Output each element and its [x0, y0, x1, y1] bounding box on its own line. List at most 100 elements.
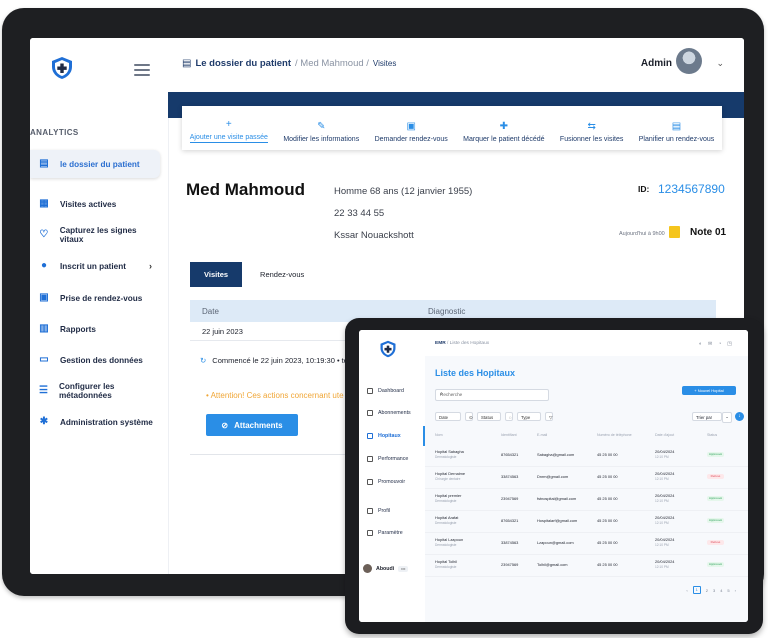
page-button[interactable]: 1 — [692, 586, 701, 594]
table-row[interactable]: Hopital Lzapoun Dermatologiste 33874563 Lza… — [425, 532, 748, 555]
toolbar-label: Marquer le patient décédé — [463, 136, 545, 143]
hospital-phone: 45 25 00 00 — [597, 474, 618, 479]
page-button[interactable]: 5 — [727, 588, 729, 593]
menu-toggle-icon[interactable] — [134, 64, 150, 76]
filter-label: Type — [521, 415, 531, 420]
tab-visites[interactable]: Visites — [190, 262, 243, 287]
tablet-nav-dashboard[interactable]: Dashboard — [367, 388, 404, 394]
hospital-specialty: Dermatologiste — [435, 455, 457, 459]
tablet-nav-promouvoir[interactable]: Promouvoir — [367, 479, 405, 485]
sidebar-item-rapports[interactable]: ▥ Rapports — [30, 315, 160, 343]
more-icon[interactable]: ••• — [398, 565, 409, 572]
tablet-user[interactable]: Aboudi ••• — [363, 564, 409, 573]
sidebar-item-metadonnees[interactable]: ☰ Configurer les métadonnées — [30, 377, 160, 405]
filter-icon[interactable]: ▽ — [545, 412, 553, 421]
table-row[interactable]: Hopital Sabagha Dermatologiste 87654321 Sab… — [425, 444, 748, 467]
search-icon: ⌕ — [440, 391, 443, 397]
header-icons[interactable]: ◐✉◔◳ — [699, 341, 738, 347]
patient-id-value: 1234567890 — [658, 182, 725, 196]
column-header: Status — [707, 433, 718, 437]
page-button[interactable]: ‹ — [686, 588, 687, 593]
status-badge: Approuvé — [707, 496, 724, 501]
sidebar-item-inscrit-patient[interactable]: ● Inscrit un patient › — [30, 252, 160, 280]
tablet-nav-profil[interactable]: Profil — [367, 508, 390, 514]
chevron-down-icon[interactable]: ⌄ — [722, 412, 732, 423]
page-button[interactable]: 4 — [720, 588, 722, 593]
filter-type[interactable]: Type — [517, 412, 541, 421]
sidebar-item-visites-actives[interactable]: ▦ Visites actives — [30, 190, 160, 218]
note-label[interactable]: Note 01 — [690, 227, 726, 238]
schedule-appointment-button[interactable]: ▤ Planifier un rendez-vous — [639, 121, 715, 143]
sidebar-item-dossier-patient[interactable]: ▤ le dossier du patient — [30, 150, 160, 178]
patient-id-label: ID: — [638, 184, 650, 194]
filter-status[interactable]: Status — [477, 412, 501, 421]
tab-rendez-vous[interactable]: Rendez-vous — [260, 270, 304, 279]
promote-icon — [367, 479, 373, 485]
sidebar-item-label: Prise de rendez-vous — [60, 293, 143, 303]
sidebar-item-label: Gestion des données — [60, 355, 143, 365]
table-row[interactable]: Hopital Dernalme Chirurgie dentaire 338745… — [425, 466, 748, 489]
shield-logo-icon[interactable] — [50, 56, 74, 80]
hospital-phone: 45 25 00 00 — [597, 540, 618, 545]
tablet-nav-abonnements[interactable]: Abonnements — [367, 410, 411, 416]
user-name: Admin — [640, 58, 672, 69]
avatar — [363, 564, 372, 573]
sidebar-item-administration[interactable]: ✱ Administration système — [30, 408, 160, 436]
sidebar-item-label: Administration système — [60, 417, 153, 427]
chevron-down-icon[interactable]: ⌄ — [716, 58, 724, 69]
note-icon[interactable] — [669, 226, 680, 238]
edit-info-button[interactable]: ✎ Modifier les informations — [283, 121, 359, 143]
filter-status-icon[interactable]: ◌ — [505, 412, 513, 421]
hospital-phone: 45 25 00 00 — [597, 518, 618, 523]
tablet-nav-parametre[interactable]: Paramètre — [367, 530, 403, 536]
hospital-specialty: Dermatologiste — [435, 521, 457, 525]
table-row[interactable]: Hopital Tolhil Dermatologiste 23947569 Tolh… — [425, 554, 748, 577]
hospital-name: Hopital premier — [435, 493, 462, 498]
database-icon: ▭ — [39, 354, 49, 365]
page-button[interactable]: 2 — [706, 588, 708, 593]
heartbeat-icon: ♡ — [39, 229, 49, 240]
new-hospital-button[interactable]: + Nouvel Hopital — [682, 386, 736, 395]
tablet-nav-performance[interactable]: Performance — [367, 456, 408, 462]
mark-deceased-button[interactable]: ✚ Marquer le patient décédé — [463, 121, 544, 143]
clock-icon: ↻ — [200, 356, 207, 365]
tablet-device: Dashboard Abonnements Hopitaux Performan… — [345, 318, 763, 634]
toolbar-label: Demander rendez-vous — [374, 136, 448, 143]
attachments-button[interactable]: ⊘ Attachments — [206, 414, 298, 436]
page-button[interactable]: › — [735, 588, 736, 593]
filter-date[interactable]: Date — [435, 412, 461, 421]
download-icon[interactable]: ↓ — [735, 412, 744, 421]
page-title: Liste des Hopitaux — [435, 368, 516, 378]
tablet-nav-hopitaux[interactable]: Hopitaux — [367, 433, 401, 439]
tablet-screen: Dashboard Abonnements Hopitaux Performan… — [359, 330, 748, 622]
warning-text: • Attention! Ces actions concernant ute — [206, 391, 344, 400]
sort-select[interactable]: Trier par — [692, 412, 722, 421]
shield-logo-icon[interactable] — [379, 340, 397, 358]
search-input[interactable]: Recherche ⌕ — [435, 389, 549, 401]
filter-date-icon[interactable]: ⊙ — [465, 412, 473, 421]
breadcrumb-main[interactable]: EMR — [435, 341, 446, 346]
sidebar-item-rendez-vous[interactable]: ▣ Prise de rendez-vous — [30, 284, 160, 312]
breadcrumb-main[interactable]: Le dossier du patient — [195, 58, 291, 69]
breadcrumb-patient[interactable]: / Med Mahmoud / — [295, 58, 369, 69]
hospital-time: 12:10 PM — [655, 499, 669, 503]
report-icon: ▥ — [39, 323, 49, 334]
status-badge: Approuvé — [707, 562, 724, 567]
table-row[interactable]: Hopital premier Dermatologiste 23947569 fst… — [425, 488, 748, 511]
sidebar-item-signes-vitaux[interactable]: ♡ Capturez les signes vitaux — [30, 221, 160, 249]
avatar[interactable] — [676, 48, 702, 74]
edit-icon: ✎ — [317, 121, 326, 132]
sidebar-item-gestion-donnees[interactable]: ▭ Gestion des données — [30, 346, 160, 374]
page-button[interactable]: 3 — [713, 588, 715, 593]
tablet-nav-label: Dashboard — [378, 388, 404, 394]
tablet-nav-label: Paramètre — [378, 530, 403, 536]
tablet-sidebar: Dashboard Abonnements Hopitaux Performan… — [359, 330, 426, 622]
hospital-time: 12:10 PM — [655, 565, 669, 569]
gear-icon — [367, 530, 373, 536]
table-row[interactable]: Hopital Arafat Dermatologiste 87654321 Hosp… — [425, 510, 748, 533]
merge-visits-button[interactable]: ⇆ Fusionner les visites — [560, 121, 623, 143]
request-appointment-button[interactable]: ▣ Demander rendez-vous — [375, 121, 448, 143]
add-past-visit-button[interactable]: + Ajouter une visite passée — [189, 119, 268, 143]
tablet-header: EMR / Liste des Hopitaux ◐✉◔◳ — [425, 330, 748, 356]
hospital-name: Hopital Sabagha — [435, 449, 464, 454]
